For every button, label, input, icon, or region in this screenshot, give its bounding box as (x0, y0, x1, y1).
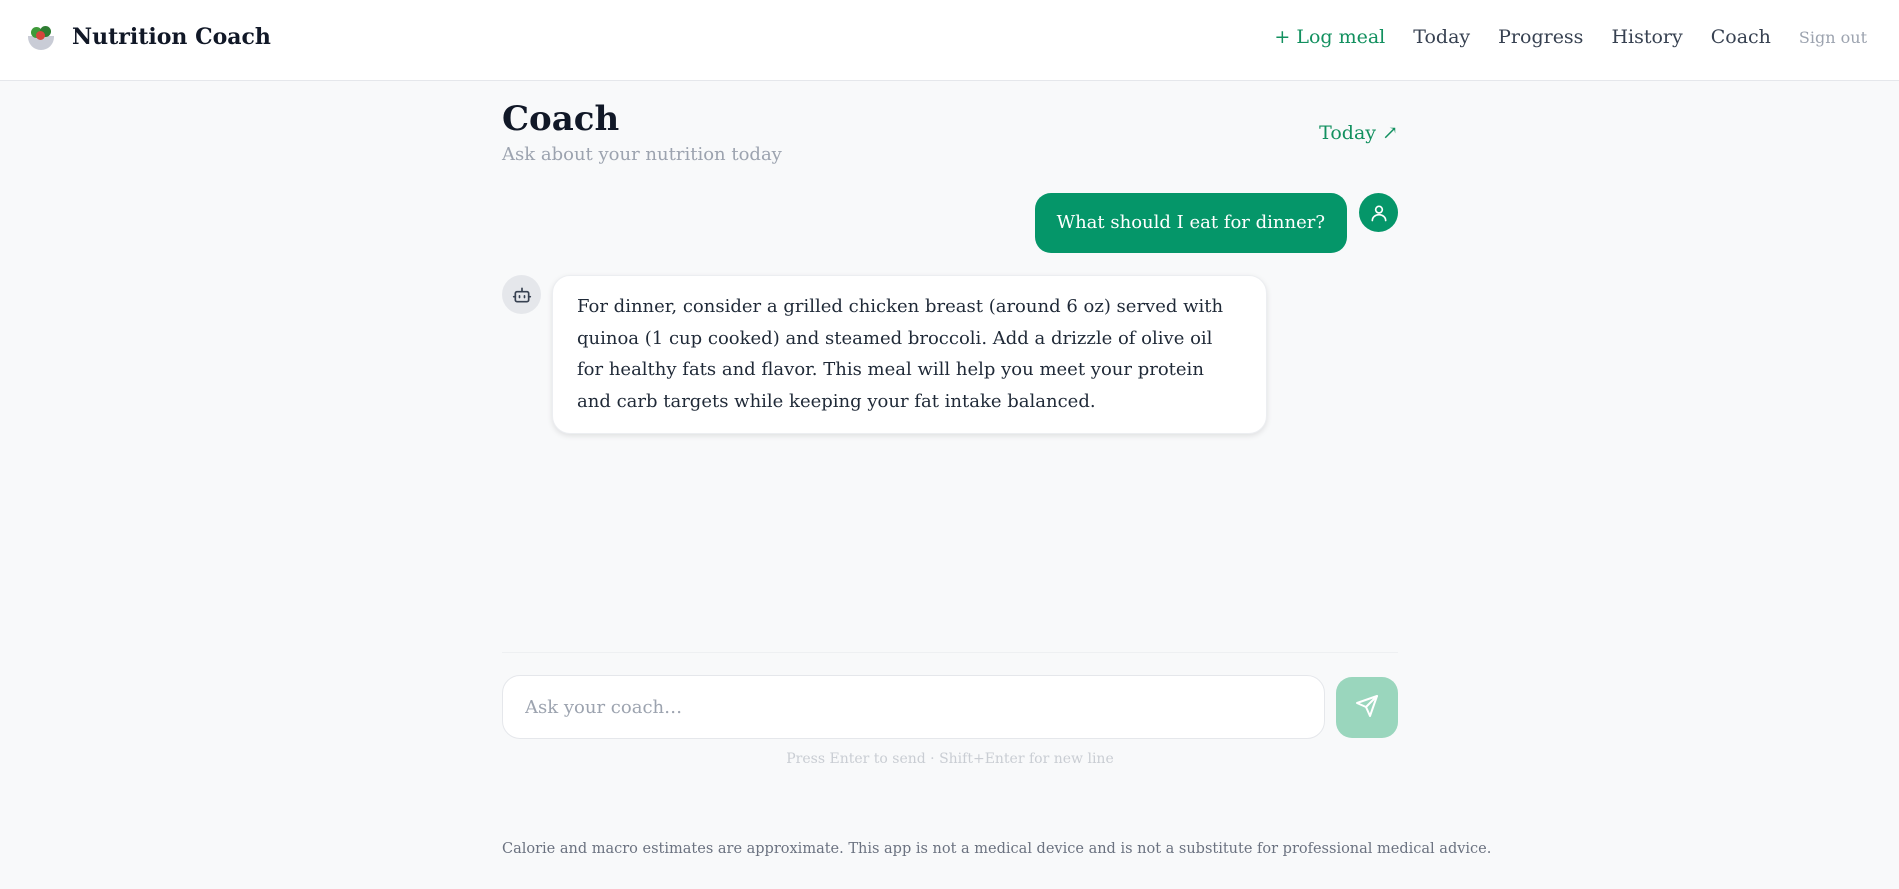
nav-coach[interactable]: Coach (1711, 26, 1771, 48)
nav-history[interactable]: History (1611, 26, 1682, 48)
brand-name: Nutrition Coach (72, 24, 271, 50)
nav-log-meal[interactable]: + Log meal (1274, 26, 1385, 48)
send-button[interactable] (1336, 677, 1398, 738)
user-icon (1359, 193, 1398, 232)
user-message: What should I eat for dinner? (1034, 193, 1398, 253)
assistant-message-bubble: For dinner, consider a grilled chicken b… (552, 275, 1267, 434)
chat-input-container (502, 675, 1325, 739)
assistant-message: For dinner, consider a grilled chicken b… (502, 275, 1267, 434)
top-navigation-bar: Nutrition Coach + Log meal Today Progres… (0, 0, 1899, 81)
send-icon (1355, 694, 1379, 721)
page-subtitle: Ask about your nutrition today (502, 144, 782, 165)
medical-disclaimer: Calorie and macro estimates are approxim… (502, 841, 1492, 857)
brand[interactable]: Nutrition Coach (26, 22, 271, 52)
today-link[interactable]: Today ↗ (1319, 122, 1398, 144)
salad-bowl-icon (26, 22, 56, 52)
robot-icon (502, 275, 541, 314)
nav-progress[interactable]: Progress (1498, 26, 1583, 48)
nav-today[interactable]: Today (1413, 26, 1470, 48)
user-message-bubble: What should I eat for dinner? (1034, 193, 1347, 253)
composer-hint: Press Enter to send · Shift+Enter for ne… (786, 751, 1114, 767)
chat-input[interactable] (503, 676, 1324, 738)
page-title: Coach (502, 99, 620, 139)
composer-divider (502, 652, 1398, 653)
main-nav: + Log meal Today Progress History Coach … (1246, 26, 1867, 48)
sign-out-link[interactable]: Sign out (1799, 28, 1867, 47)
